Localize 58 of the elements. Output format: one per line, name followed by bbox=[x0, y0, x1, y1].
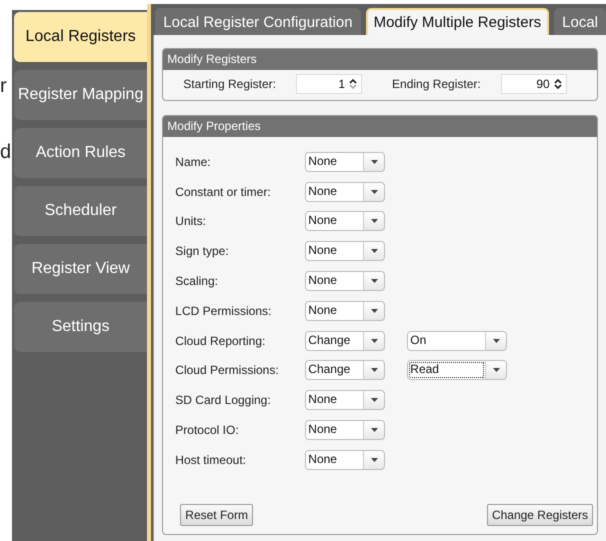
dropdown[interactable]: Change bbox=[305, 330, 386, 351]
number-field[interactable]: 90 bbox=[500, 74, 567, 94]
tab[interactable]: Local bbox=[554, 8, 606, 35]
field-label: Name: bbox=[175, 154, 212, 169]
tab[interactable]: Modify Multiple Registers bbox=[366, 8, 550, 35]
field-label: Host timeout: bbox=[175, 452, 247, 467]
dropdown[interactable]: Change bbox=[305, 360, 386, 380]
caret-icon bbox=[370, 368, 378, 372]
sidebar-item[interactable]: Settings bbox=[14, 302, 148, 352]
caret-icon bbox=[370, 398, 378, 402]
dropdown[interactable]: None bbox=[305, 271, 386, 292]
form-button[interactable]: Reset Form bbox=[180, 504, 253, 526]
caret-icon bbox=[370, 219, 378, 224]
field-label: Starting Register: bbox=[183, 77, 276, 91]
field-label: Cloud Permissions: bbox=[175, 363, 280, 378]
tab[interactable]: Local Register Configuration bbox=[155, 8, 361, 35]
field-label: Protocol IO: bbox=[175, 423, 240, 438]
caret-icon bbox=[370, 249, 378, 254]
dropdown[interactable]: None bbox=[305, 182, 386, 202]
caret-icon bbox=[370, 338, 378, 343]
dropdown[interactable]: None bbox=[305, 420, 386, 440]
field-label: SD Card Logging: bbox=[175, 393, 272, 408]
dropdown[interactable]: On bbox=[407, 330, 508, 351]
spinner-arrows-icon[interactable] bbox=[554, 78, 562, 90]
field-label: Scaling: bbox=[175, 274, 219, 288]
dropdown[interactable]: None bbox=[305, 450, 386, 470]
dropdown[interactable]: None bbox=[305, 211, 386, 232]
dropdown[interactable]: None bbox=[305, 152, 386, 172]
sidebar-item[interactable]: Local Registers bbox=[14, 12, 148, 62]
sidebar-item[interactable]: Action Rules bbox=[14, 128, 148, 178]
caret-icon bbox=[370, 308, 378, 313]
caret-icon bbox=[492, 368, 500, 372]
caret-icon bbox=[370, 279, 378, 284]
caret-icon bbox=[370, 428, 378, 432]
caret-icon bbox=[370, 160, 378, 164]
sidebar-item[interactable]: Register Mapping bbox=[14, 70, 148, 120]
field-label: Constant or timer: bbox=[175, 184, 272, 199]
field-label: Units: bbox=[175, 214, 207, 228]
caret-icon bbox=[370, 458, 378, 462]
field-label: Cloud Reporting: bbox=[175, 334, 266, 348]
dropdown[interactable]: None bbox=[305, 300, 386, 321]
spinner-arrows-icon[interactable] bbox=[349, 78, 358, 90]
panel-title: Modify Registers bbox=[163, 49, 597, 70]
field-label: Ending Register: bbox=[392, 77, 481, 91]
sidebar-item[interactable]: Scheduler bbox=[14, 186, 148, 236]
number-field[interactable]: 1 bbox=[296, 74, 362, 94]
dropdown[interactable]: None bbox=[305, 241, 386, 262]
panel-title: Modify Properties bbox=[163, 116, 597, 137]
caret-icon bbox=[492, 338, 500, 343]
dropdown[interactable]: None bbox=[305, 390, 386, 410]
form-button[interactable]: Change Registers bbox=[486, 504, 593, 526]
cut-off-text: r bbox=[0, 74, 8, 98]
field-label: LCD Permissions: bbox=[175, 304, 272, 318]
field-label: Sign type: bbox=[175, 244, 230, 258]
cut-off-text: d bbox=[0, 140, 12, 164]
caret-icon bbox=[370, 190, 378, 194]
sidebar-item[interactable]: Register View bbox=[14, 244, 148, 294]
dropdown[interactable]: Read bbox=[407, 360, 508, 380]
